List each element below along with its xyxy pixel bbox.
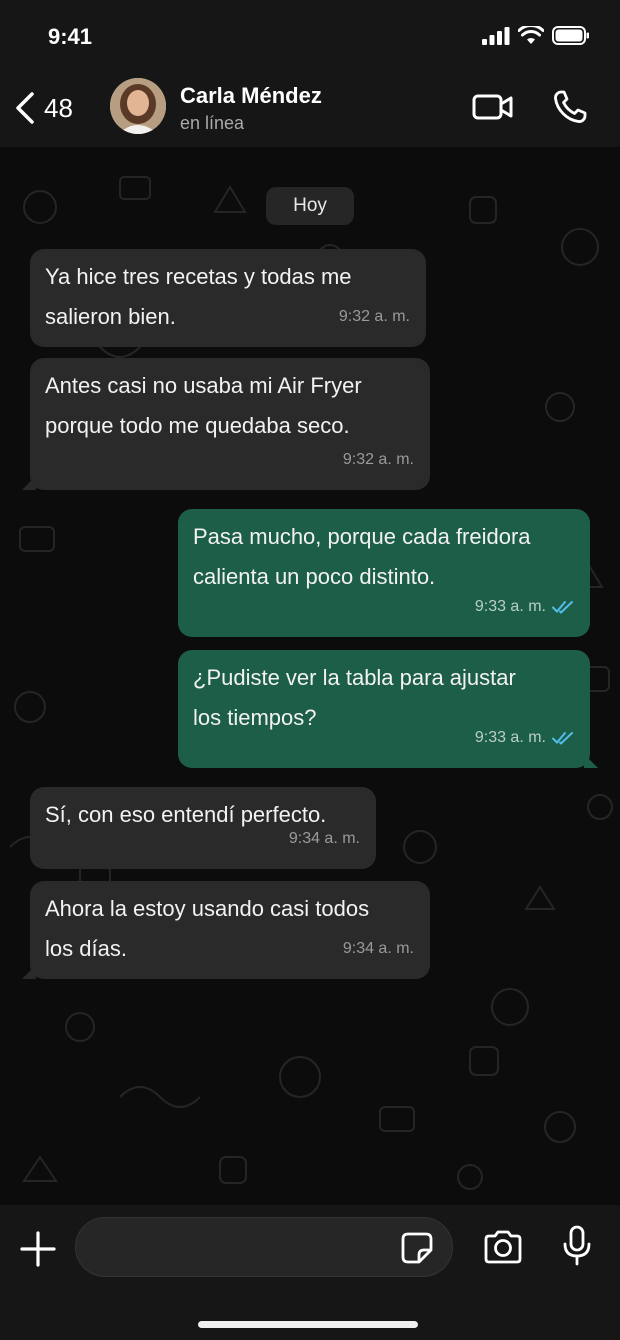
message-meta: 9:32 a. m. <box>339 297 410 337</box>
double-check-icon <box>552 601 573 614</box>
message-text: ¿Pudiste ver la tabla para ajustar <box>193 665 516 690</box>
plus-icon[interactable] <box>18 1229 58 1269</box>
double-check-icon <box>552 732 573 745</box>
message-bubble-incoming[interactable]: Ya hice tres recetas y todas me salieron… <box>30 249 426 347</box>
message-text: Antes casi no usaba mi Air Fryer <box>45 373 362 398</box>
message-time: 9:34 a. m. <box>288 830 360 847</box>
message-meta: 9:33 a. m. <box>475 718 574 758</box>
status-icons <box>482 26 590 45</box>
status-time: 9:41 <box>48 24 93 49</box>
signal-icon <box>482 26 510 45</box>
chat-header: 48 Carla Méndez en línea <box>0 75 620 147</box>
bubble-tail <box>22 965 36 979</box>
bubble-tail <box>584 754 598 768</box>
message-meta: 9:34 a. m. <box>343 929 414 969</box>
message-bubble-incoming[interactable]: Antes casi no usaba mi Air Fryer porque … <box>22 358 430 490</box>
message-text: Ya hice tres recetas y todas me <box>45 264 352 289</box>
home-indicator[interactable] <box>198 1321 418 1328</box>
microphone-icon[interactable] <box>562 1225 592 1267</box>
message-time: 9:32 a. m. <box>342 451 414 468</box>
message-time: 9:32 a. m. <box>338 308 410 325</box>
status-bar: 9:41 <box>0 0 620 75</box>
unread-count: 48 <box>44 92 73 123</box>
message-input[interactable] <box>75 1217 453 1277</box>
date-divider: Hoy <box>266 187 354 225</box>
message-bubble-incoming[interactable]: Ahora la estoy usando casi todos los día… <box>22 881 430 979</box>
message-text: Pasa mucho, porque cada freidora <box>193 524 531 549</box>
message-text: Ahora la estoy usando casi todos <box>45 896 370 921</box>
message-meta: 9:32 a. m. <box>343 440 414 480</box>
message-meta: 9:34 a. m. <box>289 819 360 859</box>
chat-area[interactable]: Hoy Ya hice tres recetas y todas me sali… <box>0 147 620 1205</box>
message-meta: 9:33 a. m. <box>475 587 574 627</box>
back-chevron-icon <box>16 92 34 124</box>
contact-status: en línea <box>180 113 245 133</box>
battery-icon <box>552 26 589 45</box>
message-bubble-outgoing[interactable]: ¿Pudiste ver la tabla para ajustar los t… <box>178 650 598 768</box>
message-time: 9:34 a. m. <box>342 940 414 957</box>
avatar[interactable] <box>110 78 166 134</box>
bubble-tail <box>22 476 36 490</box>
contact-photo <box>110 78 166 134</box>
message-time: 9:33 a. m. <box>474 598 546 615</box>
sticker-icon[interactable] <box>400 1231 434 1265</box>
contact-name[interactable]: Carla Méndez <box>180 83 322 109</box>
wifi-icon <box>518 26 544 44</box>
message-bubble-incoming[interactable]: Sí, con eso entendí perfecto. 9:34 a. m. <box>30 787 376 869</box>
video-call-icon[interactable] <box>472 91 514 123</box>
phone-icon[interactable] <box>552 89 588 125</box>
camera-icon[interactable] <box>482 1229 524 1265</box>
message-bubble-outgoing[interactable]: Pasa mucho, porque cada freidora calient… <box>178 509 590 637</box>
message-time: 9:33 a. m. <box>474 729 546 746</box>
input-bar <box>0 1205 620 1340</box>
back-button[interactable]: 48 <box>12 83 73 133</box>
